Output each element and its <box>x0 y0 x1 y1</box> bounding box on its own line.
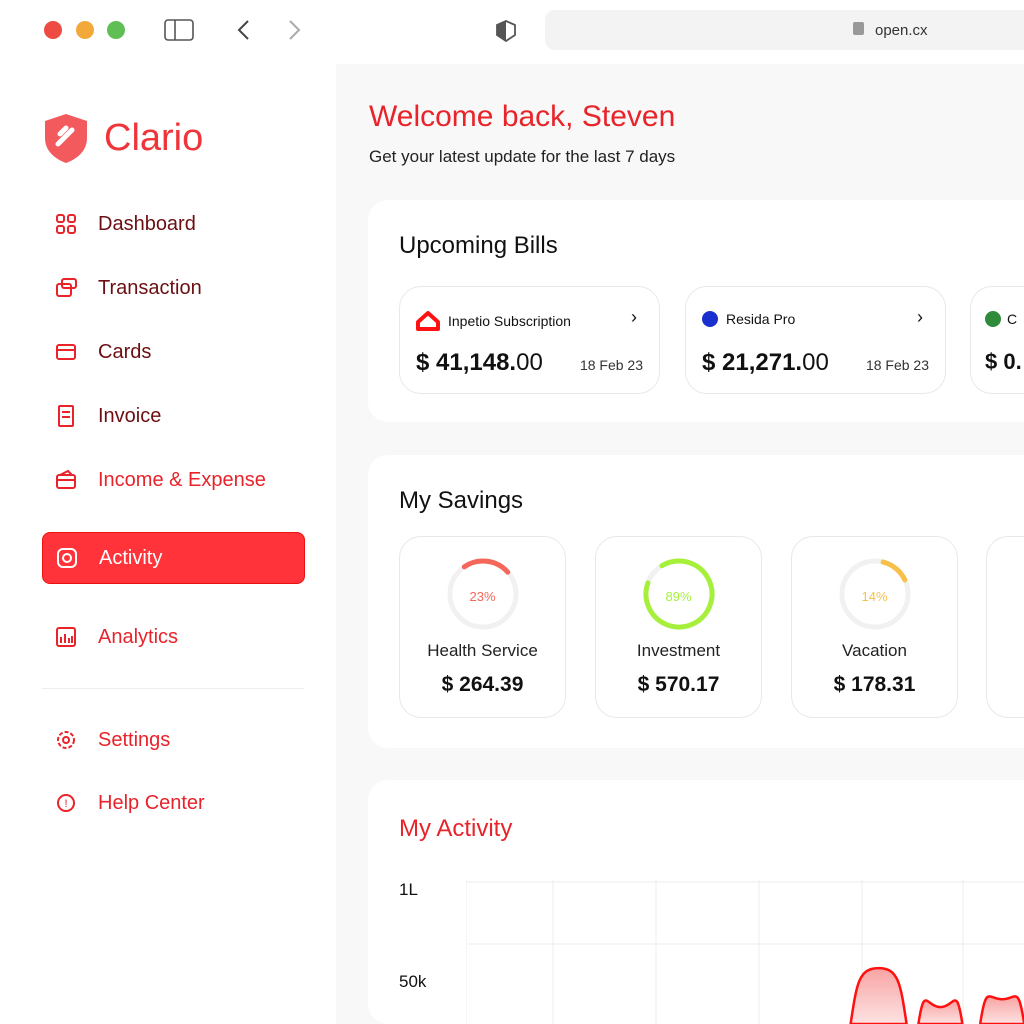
main-content: Welcome back, Steven Get your latest upd… <box>336 64 1024 1024</box>
sidebar-item-transaction[interactable]: Transaction <box>42 262 305 314</box>
browser-toolbar: open.cx <box>0 0 1024 64</box>
back-icon[interactable] <box>236 19 252 41</box>
saving-card[interactable]: 23% Health Service $ 264.39 <box>399 536 566 718</box>
nav-label: Transaction <box>98 276 202 299</box>
saving-percent: 23% <box>469 589 496 604</box>
bill-logo-icon <box>985 311 1001 327</box>
saving-value: $ 570.17 <box>637 673 720 696</box>
shield-logo-icon <box>45 114 87 163</box>
sidebar-item-analytics[interactable]: Analytics <box>42 611 305 663</box>
wallet-icon <box>56 469 76 489</box>
nav-label: Income & Expense <box>98 468 266 491</box>
analytics-icon <box>56 627 76 647</box>
sidebar-item-cards[interactable]: Cards <box>42 326 305 378</box>
card-icon <box>56 344 76 360</box>
section-title: My Activity <box>399 815 513 842</box>
bill-card[interactable]: Resida Pro › $ 21,271.00 18 Feb 23 <box>685 286 946 394</box>
activity-peak <box>917 999 964 1024</box>
sidebar: Clario Dashboard Transaction Cards Invoi… <box>0 64 336 1024</box>
chevron-right-icon[interactable]: › <box>631 307 637 328</box>
upcoming-bills-card: Upcoming Bills Inpetio Subscription › $ … <box>368 200 1024 422</box>
page-subtitle: Get your latest update for the last 7 da… <box>369 147 676 166</box>
sidebar-item-income-expense[interactable]: Income & Expense <box>42 454 305 506</box>
my-savings-card: My Savings 23% Health Service $ 264.39 8… <box>368 455 1024 748</box>
help-icon: ! <box>57 794 75 812</box>
saving-percent: 89% <box>665 589 692 604</box>
bill-date: 18 Feb 23 <box>579 357 643 373</box>
gear-icon <box>57 731 75 749</box>
saving-value: $ 264.39 <box>441 673 524 696</box>
bill-amount: $ 0. <box>985 349 1022 374</box>
lock-icon <box>853 22 864 35</box>
forward-icon[interactable] <box>286 19 302 41</box>
invoice-icon <box>58 405 74 427</box>
bill-name: Resida Pro <box>726 311 796 327</box>
bill-name: C <box>1007 311 1018 327</box>
maximize-window-button[interactable] <box>107 21 125 39</box>
bill-card[interactable]: C $ 0. <box>970 286 1024 394</box>
bill-amount: $ 41,148.00 <box>416 349 543 376</box>
nav-label: Activity <box>99 546 163 569</box>
activity-chart <box>466 880 1024 1024</box>
saving-card[interactable]: 89% Investment $ 570.17 <box>595 536 762 718</box>
transaction-icon <box>56 278 77 297</box>
minimize-window-button[interactable] <box>76 21 94 39</box>
saving-label: Health Service <box>427 641 538 660</box>
brand-logo: Clario <box>42 112 203 164</box>
url-text: open.cx <box>875 22 928 39</box>
y-tick-label: 50k <box>399 972 427 991</box>
bill-name: Inpetio Subscription <box>448 313 571 329</box>
close-window-button[interactable] <box>44 21 62 39</box>
page-title: Welcome back, Steven <box>369 100 676 133</box>
saving-card[interactable] <box>986 536 1024 718</box>
resida-logo-icon <box>702 311 718 327</box>
nav-label: Dashboard <box>98 212 196 235</box>
brand-name: Clario <box>104 116 204 159</box>
address-bar[interactable]: open.cx <box>545 10 1024 50</box>
bill-amount: $ 21,271.00 <box>702 349 829 376</box>
sidebar-item-dashboard[interactable]: Dashboard <box>42 198 305 250</box>
sidebar-item-invoice[interactable]: Invoice <box>42 390 305 442</box>
nav-label: Settings <box>98 728 171 751</box>
inpetio-logo-icon <box>416 311 440 331</box>
shield-privacy-icon[interactable] <box>495 20 517 42</box>
saving-card[interactable]: 14% Vacation $ 178.31 <box>791 536 958 718</box>
chevron-right-icon[interactable]: › <box>917 307 923 328</box>
activity-peak <box>978 995 1024 1024</box>
svg-text:!: ! <box>64 798 67 810</box>
saving-percent: 14% <box>861 589 888 604</box>
sidebar-item-activity[interactable]: Activity <box>42 532 305 584</box>
saving-value: $ 178.31 <box>833 673 916 696</box>
y-tick-label: 1L <box>399 880 418 899</box>
nav-label: Help Center <box>98 791 205 814</box>
grid-icon <box>56 214 76 234</box>
bill-date: 18 Feb 23 <box>865 357 929 373</box>
activity-icon <box>57 548 77 568</box>
sidebar-toggle-icon[interactable] <box>164 19 194 41</box>
bill-card[interactable]: Inpetio Subscription › $ 41,148.00 18 Fe… <box>399 286 660 394</box>
section-title: Upcoming Bills <box>399 232 558 259</box>
my-activity-card: My Activity 1L 50k <box>368 780 1024 1024</box>
nav-label: Cards <box>98 340 152 363</box>
sidebar-item-settings[interactable]: Settings <box>42 714 305 766</box>
activity-peak <box>849 966 908 1024</box>
saving-label: Vacation <box>842 641 907 660</box>
nav-label: Analytics <box>98 625 179 648</box>
sidebar-item-help-center[interactable]: ! Help Center <box>42 777 305 829</box>
saving-label: Investment <box>636 641 721 660</box>
nav-label: Invoice <box>98 404 162 427</box>
divider <box>42 688 304 689</box>
section-title: My Savings <box>399 487 524 514</box>
